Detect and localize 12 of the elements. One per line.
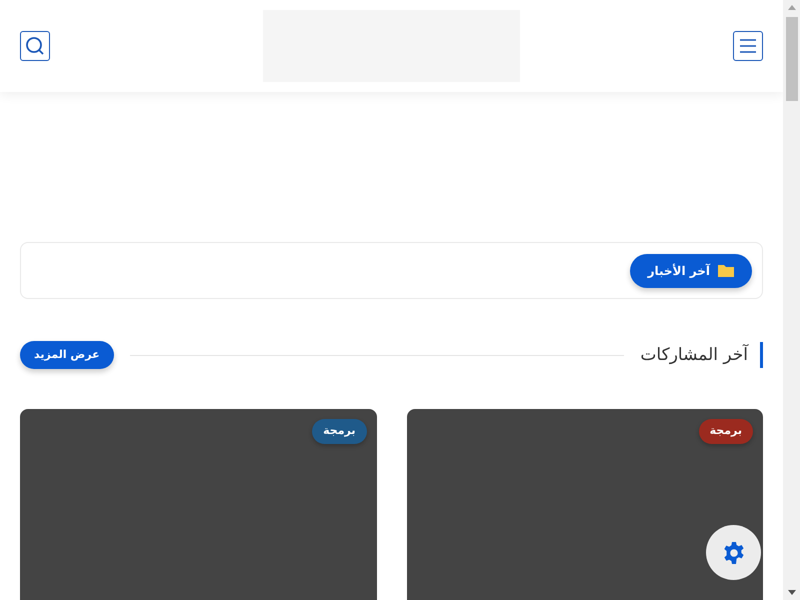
menu-button[interactable] [733, 31, 763, 61]
category-tag[interactable]: برمجة [312, 419, 366, 444]
category-tag[interactable]: برمجة [698, 419, 753, 444]
scrollbar[interactable] [783, 0, 800, 600]
section-title: آخر المشاركات [640, 342, 763, 368]
search-icon [25, 36, 45, 56]
folder-icon [718, 264, 734, 277]
search-button[interactable] [20, 31, 50, 61]
gear-icon [722, 540, 746, 564]
more-button[interactable]: عرض المزيد [20, 341, 114, 369]
menu-icon [739, 38, 757, 54]
news-button[interactable]: آخر الأخبار [630, 254, 752, 288]
